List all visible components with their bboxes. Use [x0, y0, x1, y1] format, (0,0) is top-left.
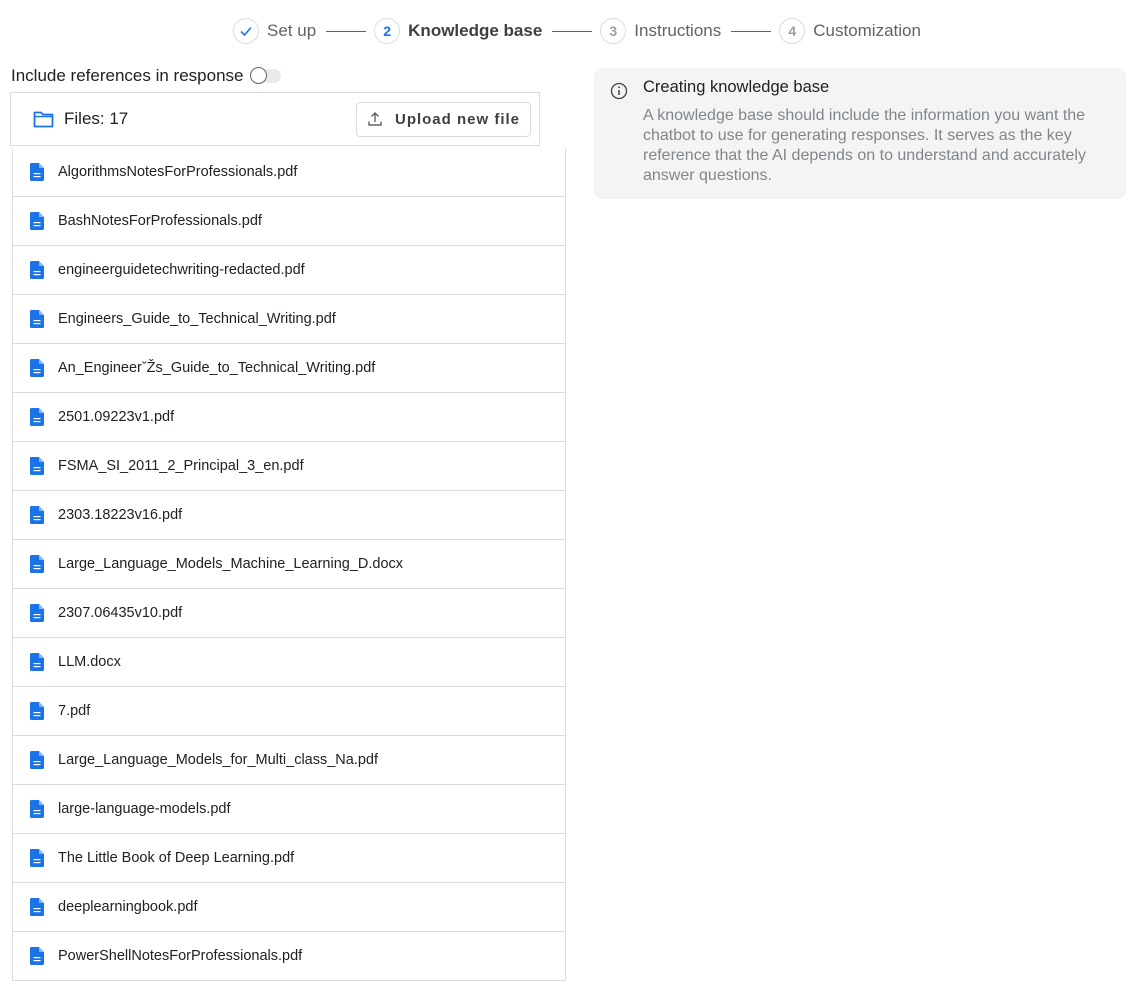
file-list-item[interactable]: deeplearningbook.pdf	[13, 882, 565, 931]
file-name: deeplearningbook.pdf	[58, 899, 198, 915]
references-toggle-row: Include references in response	[11, 66, 282, 86]
step-connector	[731, 30, 772, 32]
step-connector	[552, 30, 593, 32]
info-text: A knowledge base should include the info…	[643, 107, 1086, 184]
step-customization[interactable]: 4 Customization	[779, 18, 921, 44]
file-name: Large_Language_Models_for_Multi_class_Na…	[58, 752, 379, 768]
file-name: AlgorithmsNotesForProfessionals.pdf	[58, 164, 298, 180]
step-number: 2	[374, 18, 401, 44]
info-icon	[610, 82, 628, 100]
file-name: FSMA_SI_2011_2_Principal_3_en.pdf	[58, 458, 304, 474]
files-header: Files: 17 Upload new file	[10, 92, 540, 146]
file-list-item[interactable]: large-language-models.pdf	[13, 784, 565, 833]
toggle-knob	[250, 67, 268, 84]
step-label: Knowledge base	[408, 21, 543, 40]
file-list-item[interactable]: PowerShellNotesForProfessionals.pdf	[13, 931, 565, 980]
file-name: An_EngineerˇŽs_Guide_to_Technical_Writin…	[58, 360, 376, 376]
file-list-item[interactable]: BashNotesForProfessionals.pdf	[13, 196, 565, 245]
step-connector	[326, 30, 367, 32]
file-name: BashNotesForProfessionals.pdf	[58, 213, 262, 229]
step-number: 4	[779, 18, 806, 44]
document-icon	[30, 849, 44, 867]
check-icon	[240, 26, 252, 37]
references-toggle-label: Include references in response	[11, 66, 244, 85]
folder-icon	[33, 111, 54, 128]
document-icon	[30, 800, 44, 818]
document-icon	[30, 653, 44, 671]
document-icon	[30, 359, 44, 377]
document-icon	[30, 604, 44, 622]
upload-icon	[368, 112, 382, 126]
file-list-item[interactable]: An_EngineerˇŽs_Guide_to_Technical_Writin…	[13, 343, 565, 392]
file-list-item[interactable]: The Little Book of Deep Learning.pdf	[13, 833, 565, 882]
files-count: Files: 17	[64, 109, 129, 128]
file-name: large-language-models.pdf	[58, 801, 231, 817]
upload-button-label: Upload new file	[394, 110, 520, 128]
file-name: PowerShellNotesForProfessionals.pdf	[58, 948, 303, 964]
file-list-item[interactable]: 7.pdf	[13, 686, 565, 735]
file-list: AlgorithmsNotesForProfessionals.pdf BashN…	[12, 148, 566, 981]
file-name: The Little Book of Deep Learning.pdf	[58, 850, 295, 866]
document-icon	[30, 212, 44, 230]
file-name: 2501.09223v1.pdf	[58, 409, 175, 425]
file-list-item[interactable]: Large_Language_Models_for_Multi_class_Na…	[13, 735, 565, 784]
file-list-item[interactable]: FSMA_SI_2011_2_Principal_3_en.pdf	[13, 441, 565, 490]
document-icon	[30, 555, 44, 573]
upload-new-file-button[interactable]: Upload new file	[356, 101, 531, 137]
file-name: engineerguidetechwriting-redacted.pdf	[58, 262, 305, 278]
document-icon	[30, 751, 44, 769]
document-icon	[30, 506, 44, 524]
info-content: Creating knowledge base A knowledge base…	[643, 78, 1104, 199]
file-name: 7.pdf	[58, 703, 91, 719]
info-title: Creating knowledge base	[643, 78, 830, 96]
document-icon	[30, 702, 44, 720]
info-panel: Creating knowledge base A knowledge base…	[594, 68, 1126, 199]
file-name: 2303.18223v16.pdf	[58, 507, 183, 523]
step-set-up[interactable]: Set up	[233, 18, 316, 44]
file-list-item[interactable]: Engineers_Guide_to_Technical_Writing.pdf	[13, 294, 565, 343]
step-instructions[interactable]: 3 Instructions	[600, 18, 721, 44]
step-label: Customization	[813, 21, 921, 40]
file-name: Engineers_Guide_to_Technical_Writing.pdf	[58, 311, 336, 327]
step-label: Instructions	[634, 21, 722, 40]
file-list-item[interactable]: 2501.09223v1.pdf	[13, 392, 565, 441]
file-list-item[interactable]: AlgorithmsNotesForProfessionals.pdf	[13, 148, 565, 196]
file-name: 2307.06435v10.pdf	[58, 605, 183, 621]
file-list-item[interactable]: LLM.docx	[13, 637, 565, 686]
document-icon	[30, 408, 44, 426]
file-name: LLM.docx	[58, 654, 121, 670]
document-icon	[30, 163, 44, 181]
file-list-item[interactable]: 2307.06435v10.pdf	[13, 588, 565, 637]
step-done-circle	[233, 18, 259, 44]
file-list-item[interactable]: 2303.18223v16.pdf	[13, 490, 565, 539]
document-icon	[30, 457, 44, 475]
document-icon	[30, 947, 44, 965]
document-icon	[30, 310, 44, 328]
step-knowledge-base[interactable]: 2 Knowledge base	[374, 18, 542, 44]
file-list-item[interactable]: Large_Language_Models_Machine_Learning_D…	[13, 539, 565, 588]
document-icon	[30, 898, 44, 916]
file-list-item[interactable]: engineerguidetechwriting-redacted.pdf	[13, 245, 565, 294]
file-name: Large_Language_Models_Machine_Learning_D…	[58, 556, 404, 572]
wizard-stepper: Set up 2 Knowledge base 3 Instructions 4…	[233, 17, 921, 45]
references-toggle[interactable]	[250, 67, 282, 84]
step-number: 3	[600, 18, 627, 44]
step-label: Set up	[267, 21, 317, 40]
document-icon	[30, 261, 44, 279]
